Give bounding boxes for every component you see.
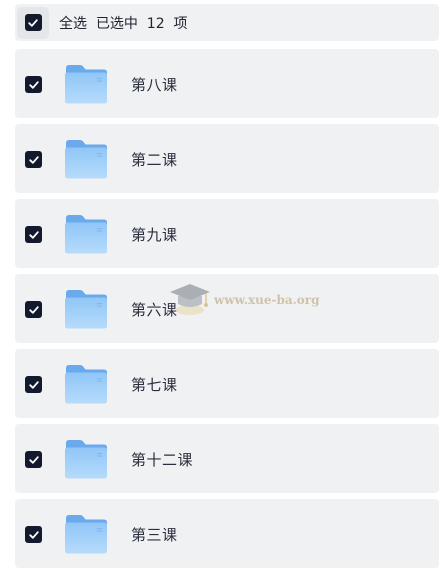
folder-icon [65, 215, 107, 254]
folder-icon [65, 515, 107, 554]
select-all-checkbox[interactable] [17, 6, 49, 39]
checkbox-checked-icon[interactable] [25, 376, 42, 393]
folder-icon [65, 440, 107, 479]
watermark: www.xue-ba.org [168, 280, 320, 320]
folder-icon [65, 140, 107, 179]
folder-name: 第九课 [131, 226, 178, 244]
folder-name: 第二课 [131, 151, 178, 169]
folder-row[interactable]: 第三课 [15, 499, 439, 568]
folder-row[interactable]: 第二课 [15, 124, 439, 193]
folder-name: 第十二课 [131, 451, 194, 469]
checkbox-checked-icon[interactable] [25, 76, 42, 93]
graduation-cap-icon [170, 284, 210, 315]
checkbox-checked-icon[interactable] [25, 526, 42, 543]
checkbox-checked-icon [24, 14, 42, 31]
folder-name: 第三课 [131, 526, 178, 544]
folder-icon [65, 290, 107, 329]
checkbox-checked-icon[interactable] [25, 151, 42, 168]
folder-icon [65, 65, 107, 104]
folder-row[interactable]: 第八课 [15, 49, 439, 118]
folder-icon [65, 365, 107, 404]
folder-row[interactable]: 第七课 [15, 349, 439, 418]
checkbox-checked-icon[interactable] [25, 451, 42, 468]
selection-count-label: 全选 已选中 12 项 [59, 15, 188, 32]
folder-name: 第八课 [131, 76, 178, 94]
checkbox-checked-icon[interactable] [25, 226, 42, 243]
watermark-text: www.xue-ba.org [214, 293, 320, 307]
folder-name: 第七课 [131, 376, 178, 394]
folder-row[interactable]: 第九课 [15, 199, 439, 268]
select-all-bar: 全选 已选中 12 项 [15, 4, 439, 41]
checkbox-checked-icon[interactable] [25, 301, 42, 318]
folder-row[interactable]: 第十二课 [15, 424, 439, 493]
